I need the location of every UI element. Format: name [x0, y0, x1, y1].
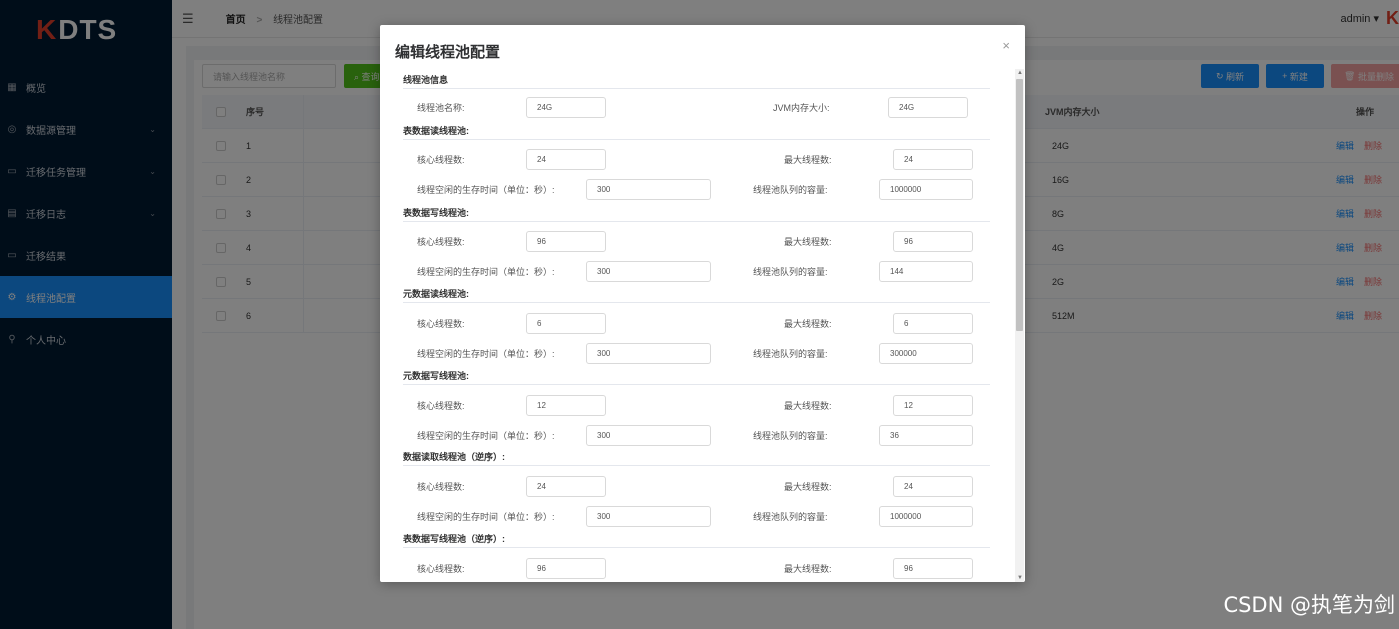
queue-capacity-input[interactable]: 36 [879, 425, 973, 446]
keepalive-label: 线程空闲的生存时间（单位：秒）: [417, 512, 555, 522]
core-threads-label: 核心线程数: [417, 482, 465, 492]
keepalive-label: 线程空闲的生存时间（单位：秒）: [417, 349, 555, 359]
core-threads-label: 核心线程数: [417, 237, 465, 247]
max-threads-label: 最大线程数: [784, 401, 832, 411]
queue-capacity-label: 线程池队列的容量: [753, 349, 828, 359]
max-threads-input[interactable]: 12 [893, 395, 973, 416]
keepalive-input[interactable]: 300 [586, 261, 711, 282]
keepalive-input[interactable]: 300 [586, 343, 711, 364]
queue-capacity-input[interactable]: 1000000 [879, 506, 973, 527]
dialog-title: 编辑线程池配置 [395, 44, 501, 61]
core-threads-input[interactable]: 24 [526, 149, 606, 170]
scroll-thumb[interactable] [1016, 79, 1023, 331]
section-meta-read-pool: 元数据读线程池: [403, 287, 990, 303]
core-threads-input[interactable]: 12 [526, 395, 606, 416]
queue-capacity-input[interactable]: 1000000 [879, 179, 973, 200]
keepalive-label: 线程空闲的生存时间（单位：秒）: [417, 267, 555, 277]
queue-capacity-label: 线程池队列的容量: [753, 185, 828, 195]
keepalive-label: 线程空闲的生存时间（单位：秒）: [417, 431, 555, 441]
max-threads-input[interactable]: 24 [893, 149, 973, 170]
scroll-down-icon[interactable]: ▼ [1017, 575, 1023, 581]
section-pool-info: 线程池信息 [403, 73, 990, 89]
scroll-up-icon[interactable]: ▲ [1017, 70, 1023, 76]
core-threads-input[interactable]: 6 [526, 313, 606, 334]
max-threads-label: 最大线程数: [784, 564, 832, 574]
keepalive-label: 线程空闲的生存时间（单位：秒）: [417, 185, 555, 195]
core-threads-input[interactable]: 24 [526, 476, 606, 497]
queue-capacity-input[interactable]: 300000 [879, 343, 973, 364]
dialog-body: 线程池信息 线程池名称: 24G JVM内存大小: 24G 表数据读线程池: 核… [380, 69, 1015, 582]
dialog-scrollbar[interactable]: ▲ ▼ [1015, 69, 1024, 582]
queue-capacity-label: 线程池队列的容量: [753, 267, 828, 277]
max-threads-input[interactable]: 96 [893, 558, 973, 579]
watermark: CSDN @执笔为剑 [1223, 593, 1395, 617]
jvm-memory-input[interactable]: 24G [888, 97, 968, 118]
keepalive-input[interactable]: 300 [586, 179, 711, 200]
section-table-write-reverse-pool: 表数据写线程池（逆序）: [403, 532, 990, 548]
section-data-read-reverse-pool: 数据读取线程池（逆序）: [403, 450, 990, 466]
section-table-read-pool: 表数据读线程池: [403, 124, 990, 140]
max-threads-label: 最大线程数: [784, 319, 832, 329]
core-threads-input[interactable]: 96 [526, 558, 606, 579]
max-threads-label: 最大线程数: [784, 482, 832, 492]
queue-capacity-input[interactable]: 144 [879, 261, 973, 282]
keepalive-input[interactable]: 300 [586, 506, 711, 527]
pool-name-input[interactable]: 24G [526, 97, 606, 118]
core-threads-input[interactable]: 96 [526, 231, 606, 252]
core-threads-label: 核心线程数: [417, 564, 465, 574]
pool-name-label: 线程池名称: [417, 103, 465, 113]
keepalive-input[interactable]: 300 [586, 425, 711, 446]
core-threads-label: 核心线程数: [417, 155, 465, 165]
close-icon[interactable]: × [1002, 38, 1010, 53]
queue-capacity-label: 线程池队列的容量: [753, 431, 828, 441]
max-threads-label: 最大线程数: [784, 237, 832, 247]
max-threads-input[interactable]: 6 [893, 313, 973, 334]
jvm-memory-label: JVM内存大小: [773, 103, 830, 113]
section-table-write-pool: 表数据写线程池: [403, 206, 990, 222]
core-threads-label: 核心线程数: [417, 319, 465, 329]
queue-capacity-label: 线程池队列的容量: [753, 512, 828, 522]
edit-threadpool-dialog: 编辑线程池配置 × 线程池信息 线程池名称: 24G JVM内存大小: 24G … [380, 25, 1025, 582]
max-threads-input[interactable]: 24 [893, 476, 973, 497]
core-threads-label: 核心线程数: [417, 401, 465, 411]
section-meta-write-pool: 元数据写线程池: [403, 369, 990, 385]
max-threads-label: 最大线程数: [784, 155, 832, 165]
max-threads-input[interactable]: 96 [893, 231, 973, 252]
